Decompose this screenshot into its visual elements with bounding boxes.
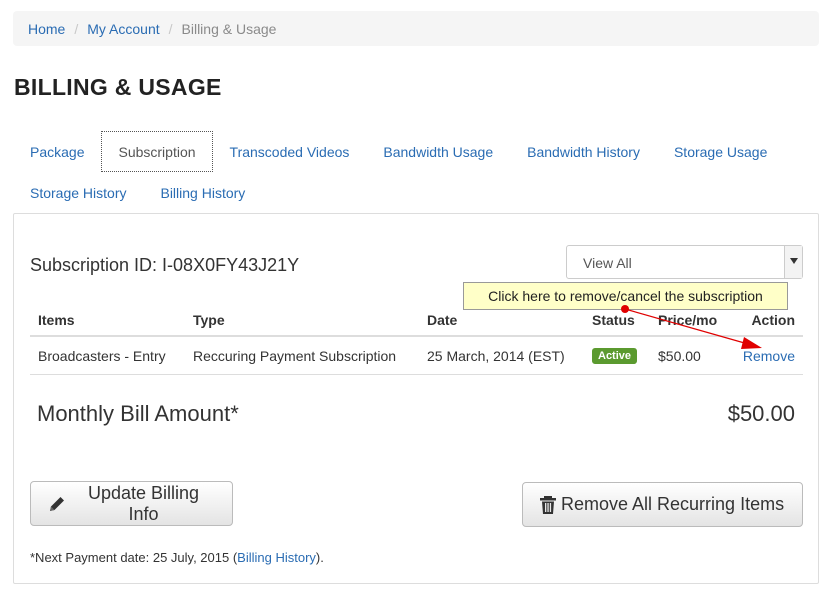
remove-link[interactable]: Remove [743, 348, 795, 364]
remove-all-label: Remove All Recurring Items [561, 494, 785, 514]
trash-icon [539, 495, 557, 515]
tab-transcoded-videos[interactable]: Transcoded Videos [213, 131, 367, 172]
table-row: Broadcasters - Entry Reccuring Payment S… [30, 337, 803, 375]
subscription-table: Items Type Date Status Price/mo Action B… [30, 304, 803, 375]
row-price: $50.00 [658, 347, 701, 364]
tab-storage-history[interactable]: Storage History [13, 172, 143, 213]
tab-package[interactable]: Package [13, 131, 101, 172]
pencil-icon [47, 494, 67, 514]
breadcrumb: Home / My Account / Billing & Usage [13, 11, 819, 46]
row-date: 25 March, 2014 (EST) [427, 347, 565, 364]
tab-bandwidth-usage[interactable]: Bandwidth Usage [366, 131, 510, 172]
header-price: Price/mo [658, 311, 718, 328]
view-filter-select[interactable]: View All [566, 245, 803, 279]
breadcrumb-home-link[interactable]: Home [28, 21, 65, 37]
tab-subscription[interactable]: Subscription [101, 131, 213, 172]
tab-bandwidth-history[interactable]: Bandwidth History [510, 131, 657, 172]
next-payment-suffix: ). [315, 550, 324, 565]
tab-bar: Package Subscription Transcoded Videos B… [13, 131, 819, 213]
breadcrumb-separator: / [74, 20, 79, 37]
view-filter-value: View All [583, 255, 632, 271]
header-date: Date [427, 311, 458, 328]
header-type: Type [193, 311, 225, 328]
breadcrumb-current: Billing & Usage [181, 20, 277, 37]
tab-row-1: Package Subscription Transcoded Videos B… [13, 131, 819, 172]
row-type: Reccuring Payment Subscription [193, 347, 397, 364]
next-payment-text: *Next Payment date: 25 July, 2015 ( [30, 550, 238, 565]
update-billing-button[interactable]: Update Billing Info [30, 481, 233, 526]
tab-row-2: Storage History Billing History [13, 172, 819, 213]
tab-billing-history[interactable]: Billing History [143, 172, 262, 213]
row-item: Broadcasters - Entry [38, 347, 166, 364]
monthly-bill-label: Monthly Bill Amount* [37, 401, 239, 426]
breadcrumb-separator: / [168, 20, 173, 37]
billing-history-link[interactable]: Billing History [237, 550, 316, 565]
next-payment-note: *Next Payment date: 25 July, 2015 (Billi… [30, 550, 324, 565]
status-badge: Active [592, 347, 638, 364]
chevron-down-icon [784, 246, 802, 278]
page-title: BILLING & USAGE [14, 74, 222, 100]
tab-storage-usage[interactable]: Storage Usage [657, 131, 784, 172]
subscription-id: Subscription ID: I-08X0FY43J21Y [30, 255, 300, 275]
remove-all-recurring-button[interactable]: Remove All Recurring Items [522, 482, 803, 527]
header-items: Items [38, 311, 75, 328]
update-billing-label: Update Billing Info [87, 482, 200, 524]
annotation-tooltip: Click here to remove/cancel the subscrip… [463, 282, 788, 310]
monthly-bill-value: $50.00 [727, 401, 795, 426]
subscription-panel: Subscription ID: I-08X0FY43J21Y View All… [13, 213, 819, 584]
header-status: Status [592, 311, 635, 328]
header-action: Action [751, 311, 795, 328]
breadcrumb-my-account-link[interactable]: My Account [87, 21, 159, 37]
